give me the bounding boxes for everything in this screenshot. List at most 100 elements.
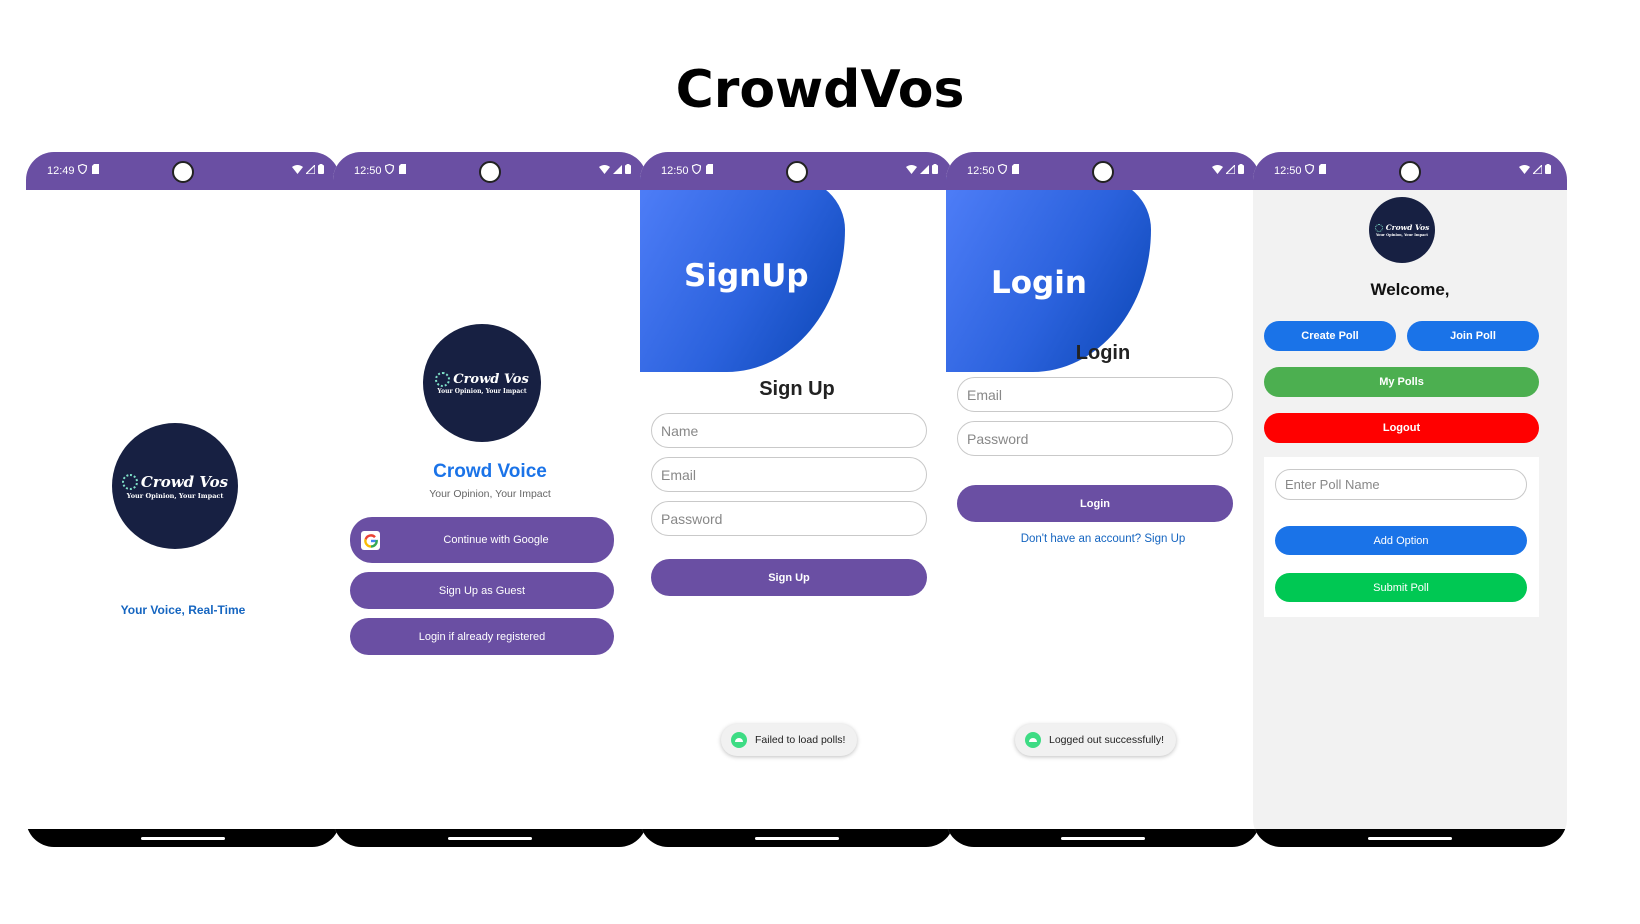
home-handle[interactable] — [141, 837, 225, 840]
password-placeholder: Password — [661, 510, 723, 527]
wifi-icon — [292, 164, 303, 174]
my-polls-button[interactable]: My Polls — [1264, 367, 1539, 397]
phone-welcome-screen: 12:50 Crowd Vos Your Opinion, Your Impac… — [333, 152, 647, 847]
create-poll-label: Create Poll — [1301, 330, 1359, 342]
status-bar: 12:50 — [1253, 152, 1567, 190]
nav-bar — [1253, 829, 1567, 847]
join-poll-button[interactable]: Join Poll — [1407, 321, 1539, 351]
home-handle[interactable] — [448, 837, 532, 840]
camera-cutout — [172, 161, 194, 183]
logo-tagline: Your Opinion, Your Impact — [1375, 233, 1429, 237]
camera-cutout — [1399, 161, 1421, 183]
camera-cutout — [1092, 161, 1114, 183]
status-bar: 12:50 — [333, 152, 647, 190]
signup-submit-button[interactable]: Sign Up — [651, 559, 927, 596]
add-option-button[interactable]: Add Option — [1275, 526, 1527, 555]
shield-icon — [1305, 164, 1314, 174]
create-poll-card: Enter Poll Name Add Option Submit Poll — [1264, 457, 1539, 617]
email-placeholder: Email — [967, 386, 1003, 403]
nav-bar — [26, 829, 340, 847]
logo-text: Crowd Vos — [1385, 223, 1430, 232]
signup-link[interactable]: Don't have an account? Sign Up — [946, 533, 1260, 545]
signal-icon — [1533, 164, 1542, 174]
submit-poll-button[interactable]: Submit Poll — [1275, 573, 1527, 602]
logout-button[interactable]: Logout — [1264, 413, 1539, 443]
sim-icon — [92, 164, 99, 174]
app-logo: Crowd Vos Your Opinion, Your Impact — [423, 324, 541, 442]
toast-message: Failed to load polls! — [721, 724, 858, 756]
email-field[interactable]: Email — [651, 457, 927, 492]
continue-with-google-button[interactable]: Continue with Google — [350, 517, 614, 563]
signal-icon — [613, 164, 622, 174]
my-polls-label: My Polls — [1379, 376, 1424, 388]
phone-signup-screen: SignUp 12:50 Sign Up Name Email Password… — [640, 152, 954, 847]
logo-text: Crowd Vos — [453, 371, 529, 387]
logo-text: Crowd Vos — [140, 472, 229, 491]
password-field[interactable]: Password — [957, 421, 1233, 456]
wifi-icon — [906, 164, 917, 174]
nav-bar — [333, 829, 647, 847]
battery-icon — [932, 164, 938, 174]
sim-icon — [706, 164, 713, 174]
phone-login-screen: Login 12:50 Login Email Password Login D… — [946, 152, 1260, 847]
toast-text: Logged out successfully! — [1049, 734, 1164, 746]
phone-splash-screen: 12:49 Crowd Vos Your Opinion, Your Impac… — [26, 152, 340, 847]
app-logo: Crowd Vos Your Opinion, Your Impact — [1369, 197, 1435, 263]
login-submit-button[interactable]: Login — [957, 485, 1233, 522]
sim-icon — [399, 164, 406, 174]
shield-icon — [78, 164, 87, 174]
nav-bar — [640, 829, 954, 847]
status-time: 12:50 — [1274, 165, 1302, 177]
battery-icon — [318, 164, 324, 174]
home-handle[interactable] — [755, 837, 839, 840]
sim-icon — [1012, 164, 1019, 174]
status-time: 12:50 — [967, 165, 995, 177]
login-registered-label: Login if already registered — [418, 630, 546, 643]
splash-tagline: Your Voice, Real-Time — [120, 603, 246, 617]
signal-icon — [306, 164, 315, 174]
crowd-emblem-icon — [435, 371, 451, 387]
sim-icon — [1319, 164, 1326, 174]
shield-icon — [692, 164, 701, 174]
name-placeholder: Name — [661, 422, 699, 439]
status-bar: 12:50 — [640, 152, 954, 190]
shield-icon — [385, 164, 394, 174]
email-field[interactable]: Email — [957, 377, 1233, 412]
nav-bar — [946, 829, 1260, 847]
poll-name-placeholder: Enter Poll Name — [1285, 477, 1380, 492]
google-button-label: Continue with Google — [443, 534, 549, 546]
app-logo: Crowd Vos Your Opinion, Your Impact — [112, 423, 238, 549]
sign-up-as-guest-button[interactable]: Sign Up as Guest — [350, 572, 614, 609]
phone-home-screen: 12:50 Crowd Vos Your Opinion, Your Impac… — [1253, 152, 1567, 847]
wifi-icon — [1519, 164, 1530, 174]
home-handle[interactable] — [1368, 837, 1452, 840]
logo-tagline: Your Opinion, Your Impact — [437, 387, 527, 395]
wifi-icon — [1212, 164, 1223, 174]
status-time: 12:50 — [661, 165, 689, 177]
password-field[interactable]: Password — [651, 501, 927, 536]
submit-poll-label: Submit Poll — [1373, 581, 1429, 594]
guest-button-label: Sign Up as Guest — [438, 584, 526, 597]
shield-icon — [998, 164, 1007, 174]
status-bar: 12:49 — [26, 152, 340, 190]
add-option-label: Add Option — [1373, 534, 1429, 547]
home-handle[interactable] — [1061, 837, 1145, 840]
name-field[interactable]: Name — [651, 413, 927, 448]
battery-icon — [625, 164, 631, 174]
toast-text: Failed to load polls! — [755, 734, 846, 746]
logo-tagline: Your Opinion, Your Impact — [126, 491, 224, 500]
signup-heading: Sign Up — [759, 378, 835, 400]
signal-icon — [1226, 164, 1235, 174]
poll-name-field[interactable]: Enter Poll Name — [1275, 469, 1527, 500]
create-poll-button[interactable]: Create Poll — [1264, 321, 1396, 351]
login-registered-button[interactable]: Login if already registered — [350, 618, 614, 655]
status-time: 12:49 — [47, 165, 75, 177]
camera-cutout — [786, 161, 808, 183]
password-placeholder: Password — [967, 430, 1029, 447]
signup-banner-label: SignUp — [684, 258, 809, 294]
camera-cutout — [479, 161, 501, 183]
crowd-emblem-icon — [121, 473, 138, 490]
toast-message: Logged out successfully! — [1015, 724, 1176, 756]
wifi-icon — [599, 164, 610, 174]
crowd-emblem-icon — [1374, 223, 1383, 232]
